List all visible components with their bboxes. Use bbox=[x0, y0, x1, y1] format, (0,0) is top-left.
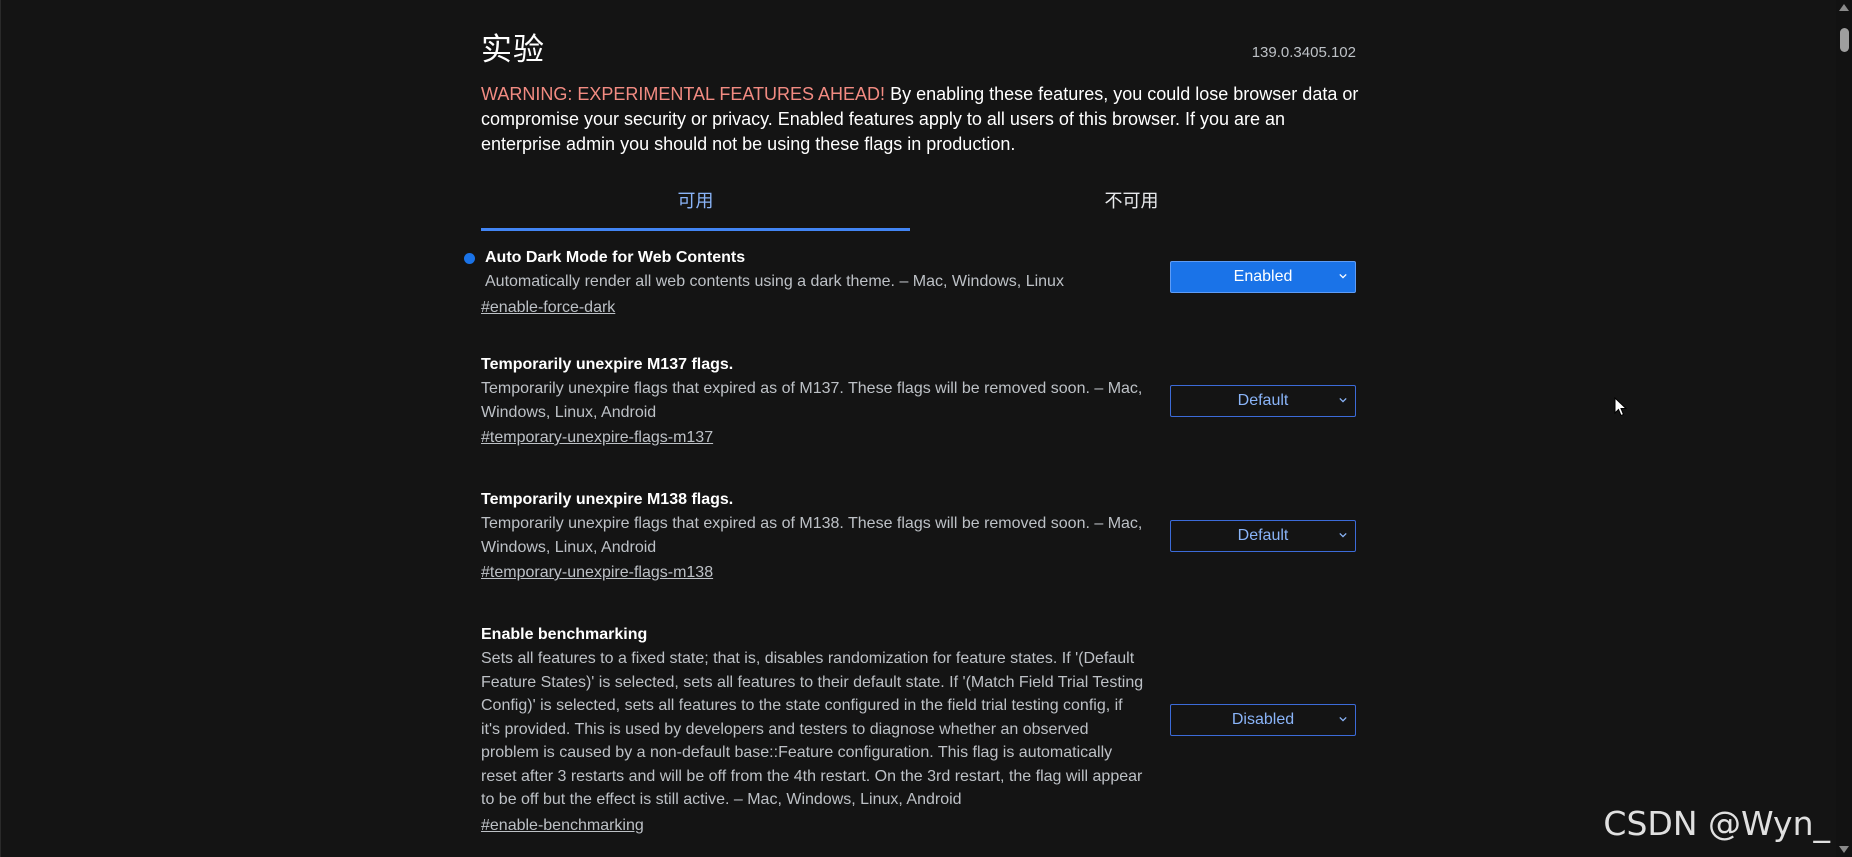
tab-bar: 可用 不可用 bbox=[481, 183, 1356, 231]
flag-link[interactable]: #enable-force-dark bbox=[481, 297, 615, 319]
flags-page: 实验 139.0.3405.102 WARNING: EXPERIMENTAL … bbox=[0, 0, 1852, 857]
chevron-down-icon bbox=[1339, 532, 1347, 538]
flag-text: Temporarily unexpire M137 flags. Tempora… bbox=[481, 354, 1146, 424]
chevron-down-icon bbox=[1339, 273, 1347, 279]
flag-description: Temporarily unexpire flags that expired … bbox=[481, 380, 1143, 421]
flag-item: Temporarily unexpire M138 flags. Tempora… bbox=[481, 489, 1356, 624]
flag-text: Auto Dark Mode for Web Contents Automati… bbox=[481, 247, 1150, 294]
chevron-down-icon bbox=[1339, 397, 1347, 403]
flag-name: Temporarily unexpire M138 flags. bbox=[481, 491, 734, 508]
flag-state-select[interactable]: Default bbox=[1170, 520, 1356, 552]
flag-description: Temporarily unexpire flags that expired … bbox=[481, 515, 1143, 556]
page-header: 实验 139.0.3405.102 bbox=[481, 0, 1356, 70]
flag-name: Temporarily unexpire M137 flags. bbox=[481, 356, 734, 373]
flag-link[interactable]: #temporary-unexpire-flags-m138 bbox=[481, 562, 713, 584]
tab-unavailable[interactable]: 不可用 bbox=[917, 183, 1346, 231]
watermark: CSDN @Wyn_ bbox=[1603, 804, 1830, 843]
chevron-down-icon bbox=[1339, 716, 1347, 722]
flag-name: Auto Dark Mode for Web Contents bbox=[485, 249, 746, 266]
flag-state-select[interactable]: Disabled bbox=[1170, 704, 1356, 736]
version-number: 139.0.3405.102 bbox=[1251, 44, 1356, 61]
scroll-down-arrow-icon[interactable] bbox=[1839, 846, 1849, 853]
flag-item: Temporarily unexpire M137 flags. Tempora… bbox=[481, 354, 1356, 489]
flag-text: Temporarily unexpire M138 flags. Tempora… bbox=[481, 489, 1146, 559]
scrollbar-thumb[interactable] bbox=[1840, 28, 1849, 52]
mouse-cursor-icon bbox=[1614, 397, 1628, 417]
flag-state-select[interactable]: Default bbox=[1170, 385, 1356, 417]
warning-label: WARNING: EXPERIMENTAL FEATURES AHEAD! bbox=[481, 84, 886, 104]
flag-description: Sets all features to a fixed state; that… bbox=[481, 650, 1144, 808]
warning-banner: WARNING: EXPERIMENTAL FEATURES AHEAD! By… bbox=[481, 82, 1361, 157]
flag-link[interactable]: #enable-benchmarking bbox=[481, 815, 644, 837]
flag-text: Enable benchmarking Sets all features to… bbox=[481, 624, 1146, 812]
vertical-scrollbar[interactable] bbox=[1836, 0, 1852, 857]
flag-description: Automatically render all web contents us… bbox=[485, 273, 1064, 290]
scroll-up-arrow-icon[interactable] bbox=[1839, 4, 1849, 11]
flag-link[interactable]: #temporary-unexpire-flags-m137 bbox=[481, 427, 713, 449]
flag-state-value: Enabled bbox=[1233, 268, 1293, 285]
flag-list: Auto Dark Mode for Web Contents Automati… bbox=[464, 247, 1356, 844]
flag-state-value: Default bbox=[1237, 527, 1289, 544]
flag-state-value: Disabled bbox=[1231, 711, 1295, 728]
modified-indicator bbox=[464, 253, 475, 264]
flag-state-value: Default bbox=[1237, 392, 1289, 409]
main-content: 实验 139.0.3405.102 WARNING: EXPERIMENTAL … bbox=[464, 0, 1358, 844]
flag-item: Enable benchmarking Sets all features to… bbox=[481, 624, 1356, 844]
page-title: 实验 bbox=[481, 32, 545, 68]
tab-available[interactable]: 可用 bbox=[481, 183, 910, 231]
flag-state-select[interactable]: Enabled bbox=[1170, 261, 1356, 293]
flag-item: Auto Dark Mode for Web Contents Automati… bbox=[464, 247, 1356, 354]
flag-name: Enable benchmarking bbox=[481, 626, 648, 643]
